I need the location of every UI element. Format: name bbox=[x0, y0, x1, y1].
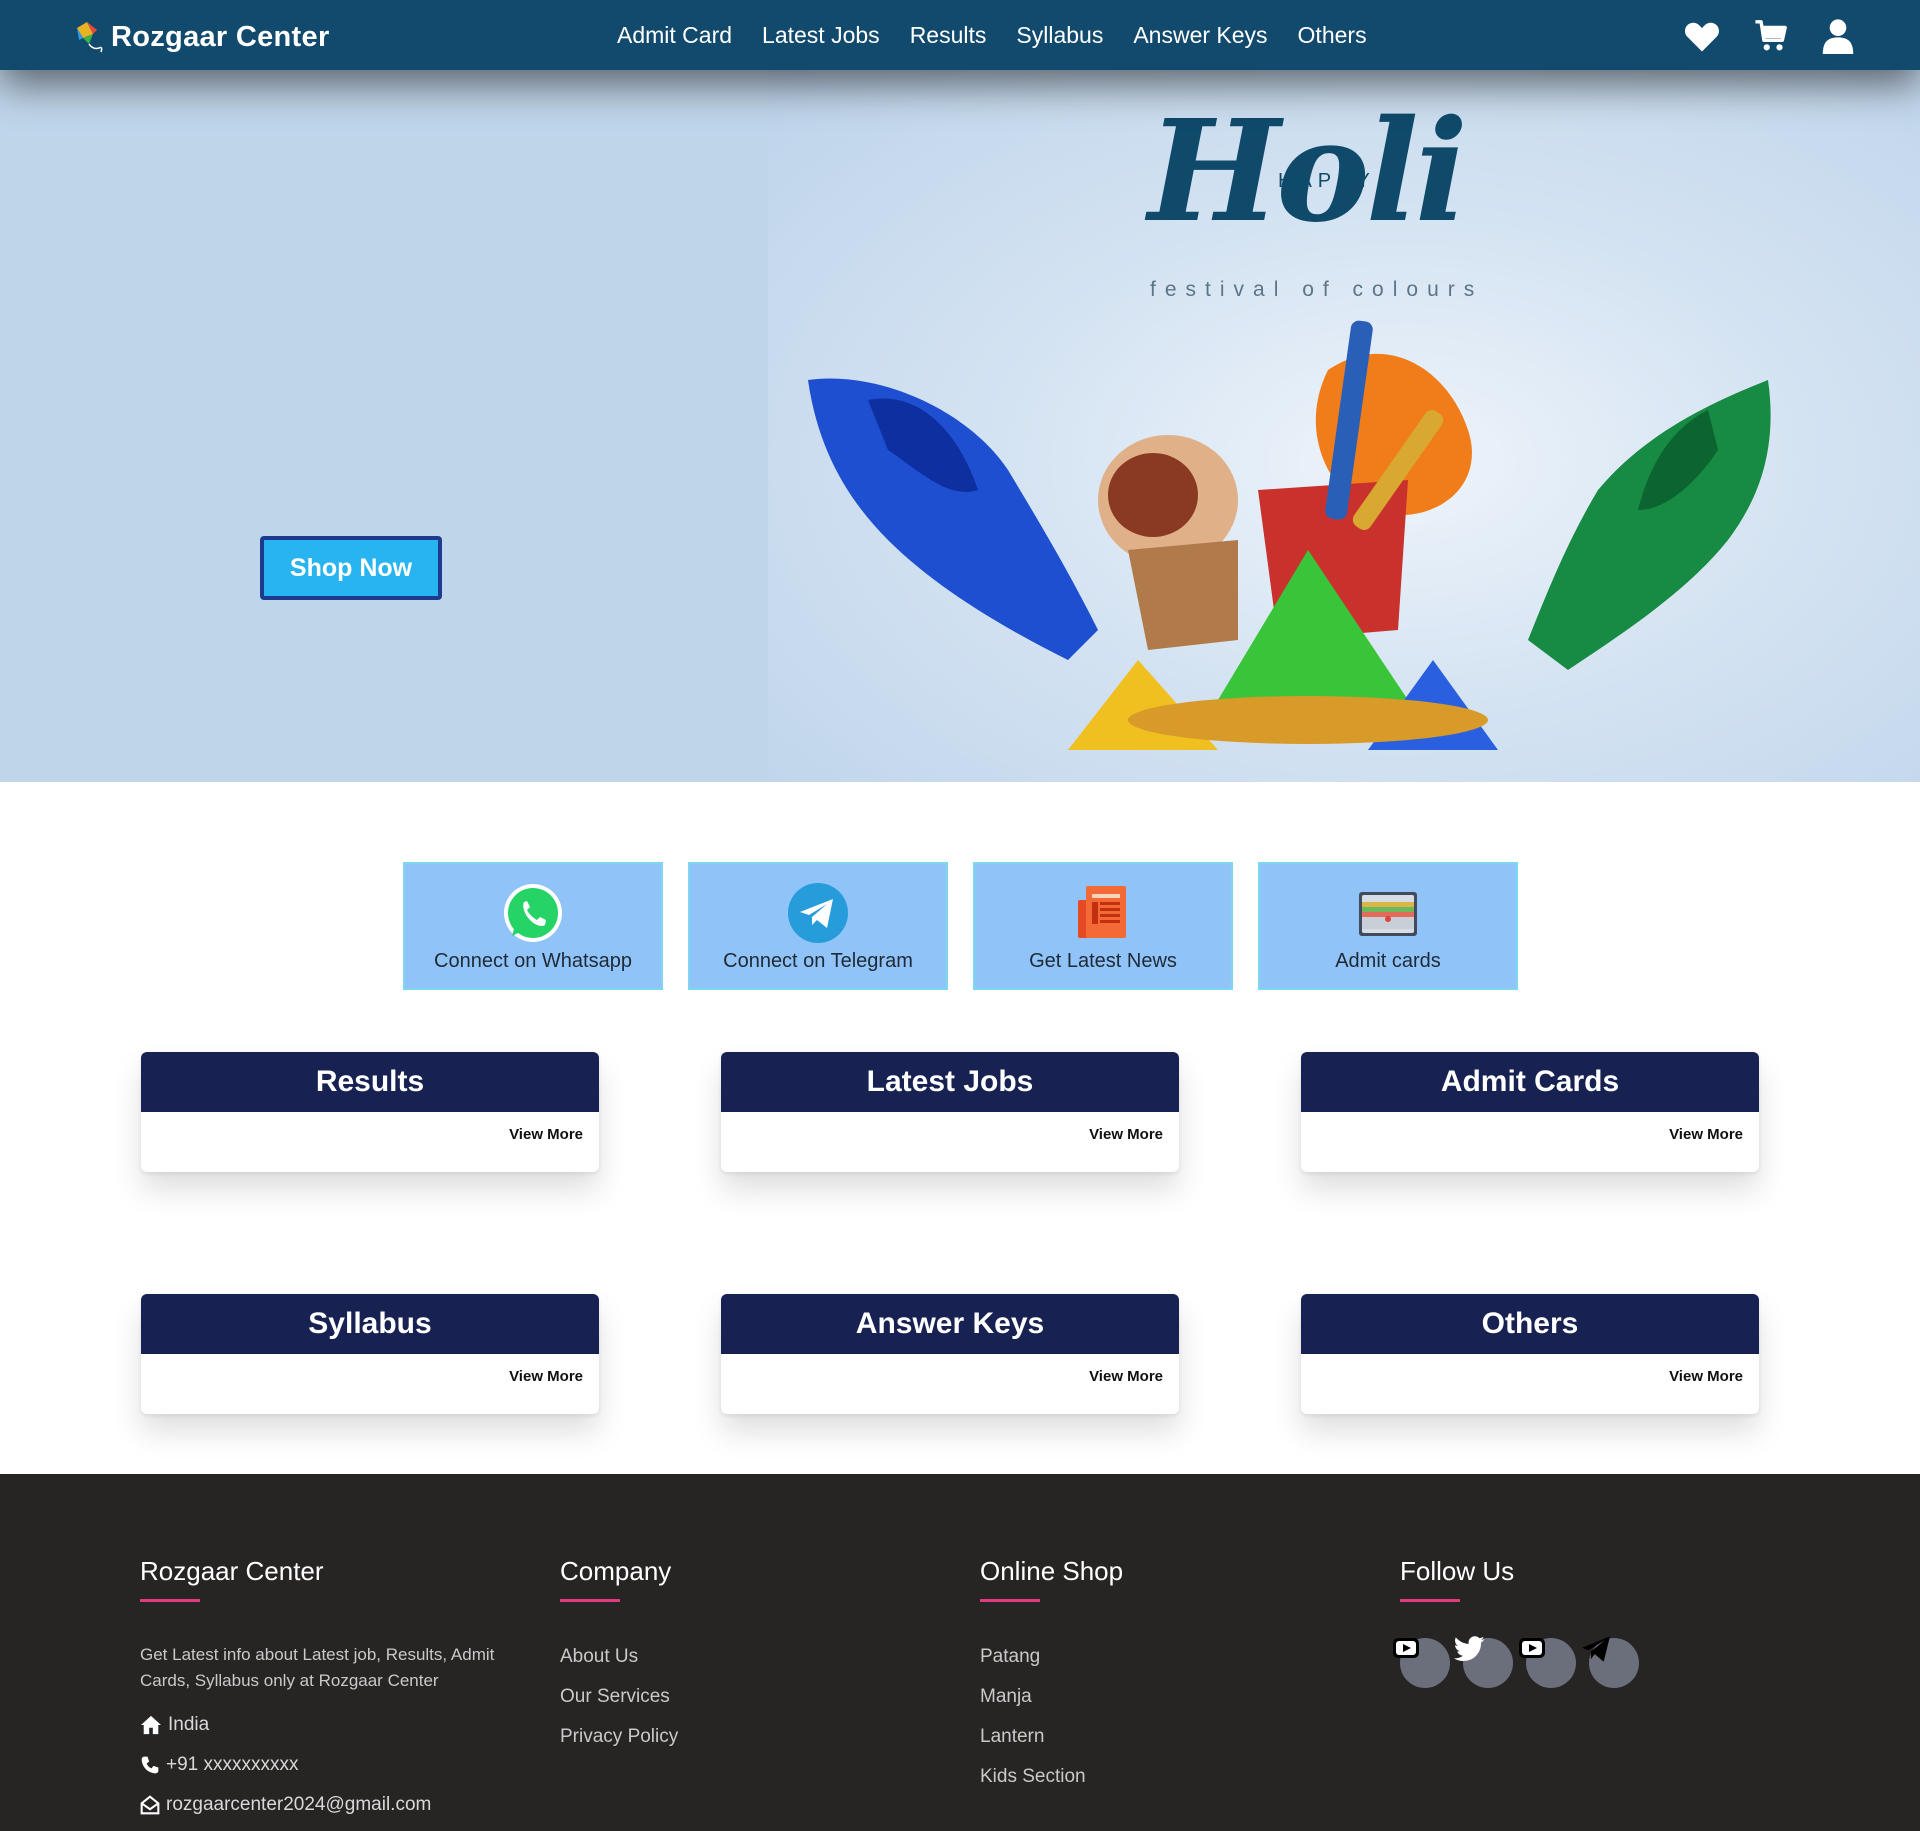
telegram-icon bbox=[1582, 1636, 1610, 1662]
results-card: Results View More bbox=[141, 1052, 599, 1172]
telegram-icon bbox=[788, 883, 848, 943]
answer-keys-card: Answer Keys View More bbox=[721, 1294, 1179, 1414]
card-title: Admit Cards bbox=[1301, 1052, 1759, 1112]
view-more-link[interactable]: View More bbox=[509, 1368, 583, 1385]
location-text: India bbox=[168, 1714, 210, 1735]
latest-news-link-card[interactable]: Get Latest News bbox=[973, 862, 1233, 990]
card-icon bbox=[1359, 892, 1417, 936]
youtube-link[interactable] bbox=[1393, 1638, 1450, 1688]
footer-shop-column: Online Shop bbox=[980, 1556, 1123, 1602]
shop-now-button[interactable]: Shop Now bbox=[260, 536, 442, 600]
quick-link-label: Get Latest News bbox=[1029, 950, 1177, 972]
main-nav: Admit Card Latest Jobs Results Syllabus … bbox=[617, 0, 1367, 70]
nav-answer-keys[interactable]: Answer Keys bbox=[1133, 22, 1267, 49]
color-splash-illustration bbox=[808, 320, 1771, 750]
heading-underline bbox=[560, 1599, 620, 1602]
footer-company-column: Company bbox=[560, 1556, 671, 1602]
footer-link-kids-section[interactable]: Kids Section bbox=[980, 1766, 1086, 1788]
nav-results[interactable]: Results bbox=[910, 22, 987, 49]
admit-cards-card: Admit Cards View More bbox=[1301, 1052, 1759, 1172]
syllabus-card: Syllabus View More bbox=[141, 1294, 599, 1414]
youtube-link[interactable] bbox=[1519, 1638, 1576, 1688]
footer-link-manja[interactable]: Manja bbox=[980, 1686, 1032, 1708]
card-title: Others bbox=[1301, 1294, 1759, 1354]
heading-underline bbox=[1400, 1599, 1460, 1602]
home-icon bbox=[141, 1715, 161, 1735]
card-title: Answer Keys bbox=[721, 1294, 1179, 1354]
others-card: Others View More bbox=[1301, 1294, 1759, 1414]
brand[interactable]: Rozgaar Center bbox=[73, 20, 330, 54]
nav-icons bbox=[1683, 18, 1855, 54]
news-icon bbox=[1078, 886, 1126, 938]
brand-name: Rozgaar Center bbox=[111, 20, 330, 53]
view-more-link[interactable]: View More bbox=[1669, 1126, 1743, 1143]
heading-underline bbox=[980, 1599, 1040, 1602]
footer-email[interactable]: rozgaarcenter2024@gmail.com bbox=[140, 1794, 431, 1816]
phone-icon bbox=[141, 1756, 159, 1774]
view-more-link[interactable]: View More bbox=[1089, 1368, 1163, 1385]
footer-about-column: Rozgaar Center bbox=[140, 1556, 324, 1602]
heart-icon[interactable] bbox=[1683, 19, 1721, 53]
nav-latest-jobs[interactable]: Latest Jobs bbox=[762, 22, 880, 49]
quick-link-label: Admit cards bbox=[1335, 950, 1441, 972]
nav-admit-card[interactable]: Admit Card bbox=[617, 22, 732, 49]
top-navbar: Rozgaar Center Admit Card Latest Jobs Re… bbox=[0, 0, 1920, 70]
twitter-icon bbox=[1454, 1636, 1485, 1661]
hero-banner: Holi HAPPY festival of colours Shop Now bbox=[0, 70, 1920, 782]
footer-link-lantern[interactable]: Lantern bbox=[980, 1726, 1044, 1748]
email-text: rozgaarcenter2024@gmail.com bbox=[166, 1794, 432, 1815]
site-footer: Rozgaar Center Get Latest info about Lat… bbox=[0, 1474, 1920, 1831]
footer-follow-title: Follow Us bbox=[1400, 1556, 1515, 1586]
heading-underline bbox=[140, 1599, 200, 1602]
whatsapp-icon bbox=[504, 884, 562, 942]
social-links bbox=[1393, 1636, 1639, 1688]
quick-link-label: Connect on Telegram bbox=[723, 950, 913, 972]
quick-link-label: Connect on Whatsapp bbox=[434, 950, 632, 972]
user-icon[interactable] bbox=[1821, 18, 1855, 54]
twitter-link[interactable] bbox=[1454, 1636, 1513, 1688]
youtube-icon bbox=[1393, 1638, 1419, 1658]
footer-shop-title: Online Shop bbox=[980, 1556, 1124, 1586]
admit-cards-link-card[interactable]: Admit cards bbox=[1258, 862, 1518, 990]
footer-about-title: Rozgaar Center bbox=[140, 1556, 324, 1586]
latest-jobs-card: Latest Jobs View More bbox=[721, 1052, 1179, 1172]
view-more-link[interactable]: View More bbox=[1669, 1368, 1743, 1385]
view-more-link[interactable]: View More bbox=[1089, 1126, 1163, 1143]
telegram-link-card[interactable]: Connect on Telegram bbox=[688, 862, 948, 990]
footer-phone: +91 xxxxxxxxxx bbox=[140, 1754, 299, 1776]
cart-icon[interactable] bbox=[1753, 19, 1789, 53]
telegram-link[interactable] bbox=[1582, 1636, 1639, 1688]
footer-link-patang[interactable]: Patang bbox=[980, 1646, 1040, 1668]
view-more-link[interactable]: View More bbox=[509, 1126, 583, 1143]
phone-text: +91 xxxxxxxxxx bbox=[166, 1754, 299, 1775]
footer-link-privacy-policy[interactable]: Privacy Policy bbox=[560, 1726, 678, 1748]
kite-logo-icon bbox=[77, 22, 103, 53]
footer-company-title: Company bbox=[560, 1556, 672, 1586]
nav-syllabus[interactable]: Syllabus bbox=[1016, 22, 1103, 49]
footer-location: India bbox=[140, 1714, 209, 1736]
mail-open-icon bbox=[140, 1795, 160, 1815]
footer-link-about-us[interactable]: About Us bbox=[560, 1646, 638, 1668]
footer-description: Get Latest info about Latest job, Result… bbox=[140, 1645, 495, 1690]
card-title: Syllabus bbox=[141, 1294, 599, 1354]
footer-follow-column: Follow Us bbox=[1400, 1556, 1514, 1602]
card-title: Results bbox=[141, 1052, 599, 1112]
youtube-icon bbox=[1519, 1638, 1545, 1658]
whatsapp-link-card[interactable]: Connect on Whatsapp bbox=[403, 862, 663, 990]
footer-link-our-services[interactable]: Our Services bbox=[560, 1686, 670, 1708]
holi-illustration: Holi HAPPY festival of colours bbox=[768, 70, 1920, 782]
nav-others[interactable]: Others bbox=[1298, 22, 1367, 49]
card-title: Latest Jobs bbox=[721, 1052, 1179, 1112]
